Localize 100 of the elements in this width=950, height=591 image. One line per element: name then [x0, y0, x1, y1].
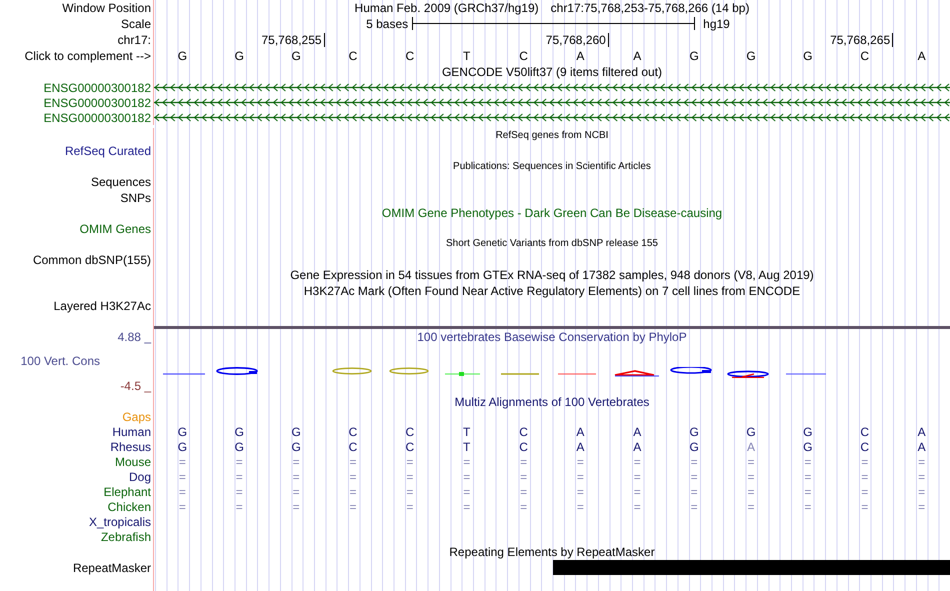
alignment-base: G — [290, 426, 302, 438]
base-letter: A — [916, 50, 927, 62]
alignment-base: A — [916, 426, 927, 438]
track-label: Window Position — [62, 2, 151, 14]
axis-max-label: 4.88 _ — [118, 331, 151, 343]
species-label[interactable]: Elephant — [104, 486, 151, 498]
alignment-base: G — [234, 426, 245, 438]
alignment-base: = — [234, 500, 244, 512]
alignment-base: = — [803, 486, 812, 498]
alignment-base: = — [803, 456, 812, 468]
alignment-base: C — [348, 440, 358, 452]
alignment-base: = — [803, 470, 812, 482]
position-range: chr17:75,768,253-75,768,266 (14 bp) — [550, 2, 750, 14]
scale-text: 5 bases — [366, 18, 408, 30]
alignment-base: G — [234, 440, 245, 452]
track-label[interactable]: OMIM Genes — [80, 222, 151, 235]
coordinate-label: 75,768,260 — [546, 33, 609, 47]
alignment-base: = — [860, 456, 870, 468]
alignment-base: = — [405, 456, 414, 468]
gene-label[interactable]: ENSG00000300182 — [44, 82, 151, 94]
alignment-base: = — [690, 456, 699, 468]
alignment-base: A — [575, 426, 586, 438]
alignment-base: = — [462, 486, 472, 498]
alignment-base: = — [576, 486, 585, 498]
alignment-base: C — [348, 426, 358, 438]
alignment-base: = — [917, 470, 926, 482]
base-letter: T — [462, 50, 472, 62]
gene-label[interactable]: ENSG00000300182 — [44, 112, 151, 124]
gene-label[interactable]: ENSG00000300182 — [44, 96, 151, 108]
alignment-base: = — [746, 500, 756, 512]
track-title: Short Genetic Variants from dbSNP release 155 — [446, 239, 658, 250]
alignment-base: = — [348, 456, 358, 468]
alignment-base: = — [519, 470, 528, 482]
base-letter: G — [802, 50, 814, 62]
alignment-base: = — [178, 456, 187, 468]
alignment-base: = — [234, 470, 244, 482]
species-label[interactable]: Human — [112, 426, 151, 438]
alignment-base: = — [519, 456, 528, 468]
track-label[interactable]: RefSeq Curated — [64, 145, 151, 158]
track-title: 100 vertebrates Basewise Conservation by PhyloP — [417, 331, 687, 343]
alignment-base: = — [462, 500, 472, 512]
alignment-base: = — [576, 456, 585, 468]
alignment-base: = — [860, 486, 870, 498]
alignment-base: = — [348, 470, 358, 482]
alignment-base: C — [518, 440, 529, 452]
track-title: OMIM Gene Phenotypes - Dark Green Can Be Disease-causing — [382, 207, 722, 220]
complement-link[interactable]: Click to complement --> — [24, 50, 151, 62]
species-label[interactable]: Dog — [128, 470, 151, 482]
assembly-title: Human Feb. 2009 (GRCh37/hg19) — [354, 2, 539, 14]
alignment-base: = — [462, 470, 472, 482]
track-label[interactable]: SNPs — [120, 192, 151, 204]
alignment-base: = — [405, 500, 414, 512]
track-label[interactable]: Common dbSNP(155) — [32, 254, 151, 266]
track-title: H3K27Ac Mark (Often Found Near Active Regulatory Elements) on 7 cell lines from ENCODE — [304, 284, 800, 297]
alignment-base: A — [632, 426, 642, 438]
track-title: Publications: Sequences in Scientific Articles — [453, 162, 651, 172]
base-letter: C — [348, 50, 358, 62]
alignment-base: = — [746, 470, 756, 482]
track-title: Gene Expression in 54 tissues from GTEx RNA-seq of 17382 samples, 948 donors (V8, Aug 2019) — [290, 269, 814, 282]
alignment-base: G — [688, 426, 700, 438]
track-label: chr17: — [118, 34, 151, 46]
alignment-base: G — [688, 440, 700, 452]
track-title: Multiz Alignments of 100 Vertebrates — [454, 396, 650, 408]
track-label[interactable]: Sequences — [90, 176, 151, 188]
base-letter: G — [234, 50, 245, 62]
alignment-base: = — [576, 500, 585, 512]
species-label[interactable]: Chicken — [108, 500, 151, 512]
alignment-base: = — [917, 486, 926, 498]
alignment-base: = — [405, 486, 414, 498]
coordinate-label: 75,768,255 — [262, 33, 325, 47]
alignment-base: = — [690, 470, 699, 482]
alignment-base: G — [176, 426, 188, 438]
species-label[interactable]: X_tropicalis — [88, 516, 151, 528]
species-label[interactable]: Zebrafish — [100, 530, 151, 542]
alignment-base: = — [519, 486, 528, 498]
base-letter: C — [404, 50, 416, 62]
base-letter: G — [688, 50, 700, 62]
base-letter: C — [859, 50, 870, 62]
alignment-base: = — [292, 470, 301, 482]
track-title: GENCODE V50lift37 (9 items filtered out) — [442, 66, 662, 78]
track-label[interactable]: Layered H3K27Ac — [54, 300, 151, 312]
track-title: RefSeq genes from NCBI — [496, 130, 608, 141]
species-label[interactable]: Mouse — [114, 456, 151, 468]
alignment-base: G — [745, 426, 757, 438]
alignment-base: A — [746, 440, 756, 452]
track-label[interactable]: 100 Vert. Cons — [20, 355, 100, 367]
base-letter: C — [518, 50, 529, 62]
alignment-base: G — [802, 426, 814, 438]
alignment-base: T — [462, 426, 472, 438]
alignment-base: C — [518, 426, 529, 438]
track-label[interactable]: RepeatMasker — [72, 562, 151, 574]
alignment-base: = — [576, 470, 585, 482]
alignment-base: = — [690, 486, 699, 498]
coordinate-label: 75,768,265 — [830, 33, 894, 47]
alignment-base: C — [859, 440, 870, 452]
alignment-base: = — [690, 500, 699, 512]
alignment-base: C — [404, 426, 416, 438]
alignment-base: = — [405, 470, 414, 482]
species-label[interactable]: Rhesus — [110, 440, 151, 452]
alignment-base: = — [348, 486, 358, 498]
